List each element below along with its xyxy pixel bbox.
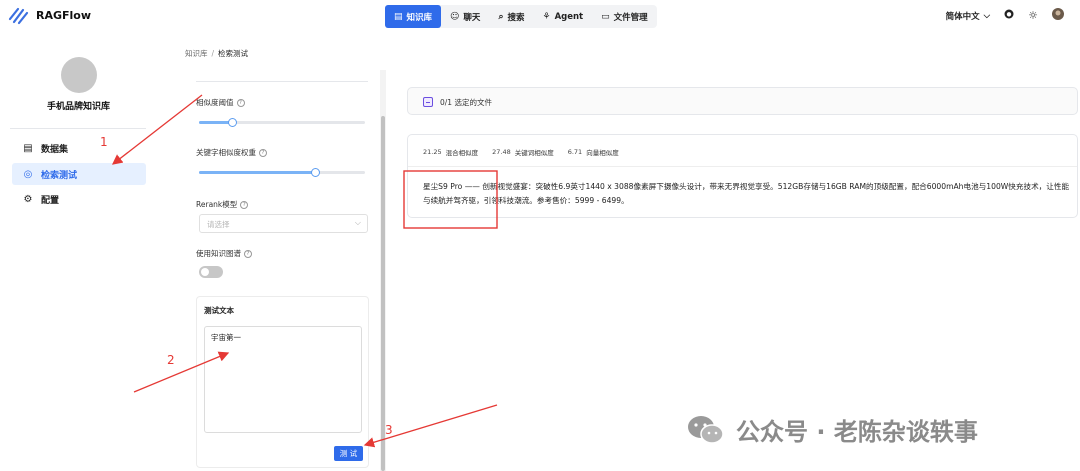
retrieval-test-icon: ◎ [23, 168, 33, 180]
rerank-model-select[interactable]: 请选择 ⌵ [199, 214, 368, 233]
test-text-title: 测试文本 [204, 306, 234, 315]
sidebar: 手机品牌知识库 ▤ 数据集 ◎ 检索测试 ⚙ 配置 [0, 33, 157, 471]
keyword-score: 27.48 [492, 148, 511, 156]
tab-chat[interactable]: ☺ 聊天 [441, 5, 489, 28]
breadcrumb-current: 检索测试 [218, 49, 249, 58]
sidebar-item-label: 配置 [41, 195, 60, 206]
tab-label: Agent [554, 11, 584, 22]
retrieval-settings-panel: 相似度阈值 ? 关键字相似度权重 ? Rerank模型 ? 请选择 ⌵ 使用知识… [196, 70, 374, 471]
keyword-label: 关键词相似度 [514, 149, 554, 157]
sidebar-item-label: 检索测试 [41, 170, 78, 181]
label-text: 使用知识图谱 [196, 249, 241, 258]
toggle-knob [201, 268, 209, 276]
sidebar-item-settings[interactable]: ⚙ 配置 [12, 188, 146, 210]
tab-label: 文件管理 [613, 12, 648, 23]
label-text: 相似度阈值 [196, 98, 234, 107]
selected-files-bar[interactable]: 0/1 选定的文件 [407, 87, 1078, 115]
breadcrumb-separator: / [211, 49, 215, 58]
github-icon[interactable] [1004, 9, 1014, 22]
slider-handle[interactable] [227, 117, 237, 127]
language-select[interactable]: 简体中文 ⌵ [946, 10, 990, 22]
wechat-icon [688, 415, 724, 444]
file-select-checkbox[interactable] [423, 97, 433, 107]
hybrid-label: 混合相似度 [445, 149, 479, 157]
language-label: 简体中文 [945, 11, 980, 22]
help-icon[interactable]: ? [259, 148, 267, 157]
app-name: RAGFlow [36, 8, 92, 22]
theme-toggle-icon[interactable]: ☼ [1028, 9, 1038, 22]
slider-handle[interactable] [310, 167, 320, 177]
vector-score: 6.71 [567, 148, 583, 156]
tab-file-management[interactable]: ▭ 文件管理 [592, 5, 657, 28]
result-card: 21.25 混合相似度 27.48 关键词相似度 6.71 向量相似度 星尘S9… [407, 134, 1078, 218]
sidebar-item-retrieval-test[interactable]: ◎ 检索测试 [12, 163, 146, 185]
knowledge-graph-label: 使用知识图谱 ? [196, 248, 252, 259]
help-icon[interactable]: ? [236, 98, 245, 107]
panel-scrollbar-thumb[interactable] [381, 116, 385, 471]
knowledge-graph-toggle[interactable] [199, 266, 223, 278]
hybrid-score: 21.25 [423, 148, 442, 156]
main-nav: ▤ 知识库 ☺ 聊天 ⌕ 搜索 ⚘ Agent ▭ 文件管理 [385, 5, 657, 28]
tab-label: 聊天 [463, 12, 481, 23]
tab-label: 搜索 [507, 12, 525, 23]
kb-name: 手机品牌知识库 [46, 102, 110, 112]
annotation-overlay [111, 94, 498, 448]
chevron-down-icon: ⌵ [983, 10, 991, 21]
annotation-label-1: 1 [100, 135, 108, 149]
search-icon: ⌕ [498, 11, 504, 22]
sidebar-divider [10, 128, 146, 129]
knowledge-base-icon: ▤ [394, 11, 403, 22]
label-text: 关键字相似度权重 [196, 148, 256, 157]
app-logo[interactable]: RAGFlow [8, 5, 91, 25]
rerank-model-label: Rerank模型 ? [196, 199, 249, 210]
user-avatar[interactable] [1052, 8, 1064, 23]
annotation-label-3: 3 [385, 423, 393, 437]
test-text-input[interactable]: 宇宙第一 [204, 326, 362, 433]
tab-knowledge-base[interactable]: ▤ 知识库 [385, 5, 442, 28]
chevron-down-icon: ⌵ [354, 218, 361, 227]
watermark-text: 公众号 · 老陈杂谈轶事 [736, 418, 978, 446]
watermark: 公众号 · 老陈杂谈轶事 [686, 412, 978, 447]
label-text: Rerank模型 [196, 200, 238, 209]
breadcrumb: 知识库 / 检索测试 [185, 48, 248, 59]
keyword-weight-label: 关键字相似度权重 ? [196, 147, 267, 158]
breadcrumb-root[interactable]: 知识库 [185, 49, 208, 58]
test-button[interactable]: 测 试 [334, 446, 363, 461]
top-right-controls: 简体中文 ⌵ ☼ [946, 8, 1064, 23]
top-bar: RAGFlow ▤ 知识库 ☺ 聊天 ⌕ 搜索 ⚘ Agent ▭ 文件管理 简… [0, 0, 1080, 33]
tab-agent[interactable]: ⚘ Agent [534, 5, 593, 28]
vector-label: 向量相似度 [586, 149, 619, 157]
agent-icon: ⚘ [542, 11, 551, 22]
similarity-threshold-slider[interactable] [199, 117, 365, 127]
select-placeholder: 请选择 [207, 220, 230, 229]
dataset-icon: ▤ [23, 142, 33, 154]
sidebar-item-dataset[interactable]: ▤ 数据集 [12, 137, 146, 159]
slider-fill [199, 171, 316, 174]
tab-search[interactable]: ⌕ 搜索 [489, 5, 533, 28]
similarity-scores: 21.25 混合相似度 27.48 关键词相似度 6.71 向量相似度 [423, 147, 619, 157]
keyword-weight-slider[interactable] [199, 167, 365, 177]
app-root: RAGFlow ▤ 知识库 ☺ 聊天 ⌕ 搜索 ⚘ Agent ▭ 文件管理 简… [0, 0, 1080, 471]
result-content: 星尘S9 Pro —— 创新视觉盛宴：突破性6.9英寸1440 x 3088像素… [423, 182, 1070, 205]
help-icon[interactable]: ? [240, 200, 249, 209]
kb-avatar [61, 57, 97, 93]
tab-label: 知识库 [406, 12, 433, 23]
test-text-card: 测试文本 宇宙第一 测 试 [196, 296, 369, 468]
help-icon[interactable]: ? [244, 249, 252, 258]
folder-icon: ▭ [601, 11, 610, 22]
sidebar-item-label: 数据集 [41, 144, 69, 155]
similarity-threshold-label: 相似度阈值 ? [196, 97, 245, 108]
result-divider [408, 166, 1077, 167]
chat-icon: ☺ [450, 11, 460, 22]
annotation-label-2: 2 [167, 353, 175, 367]
settings-icon: ⚙ [23, 193, 33, 205]
ragflow-logo-icon [8, 7, 29, 25]
selected-files-text: 0/1 选定的文件 [440, 98, 492, 107]
